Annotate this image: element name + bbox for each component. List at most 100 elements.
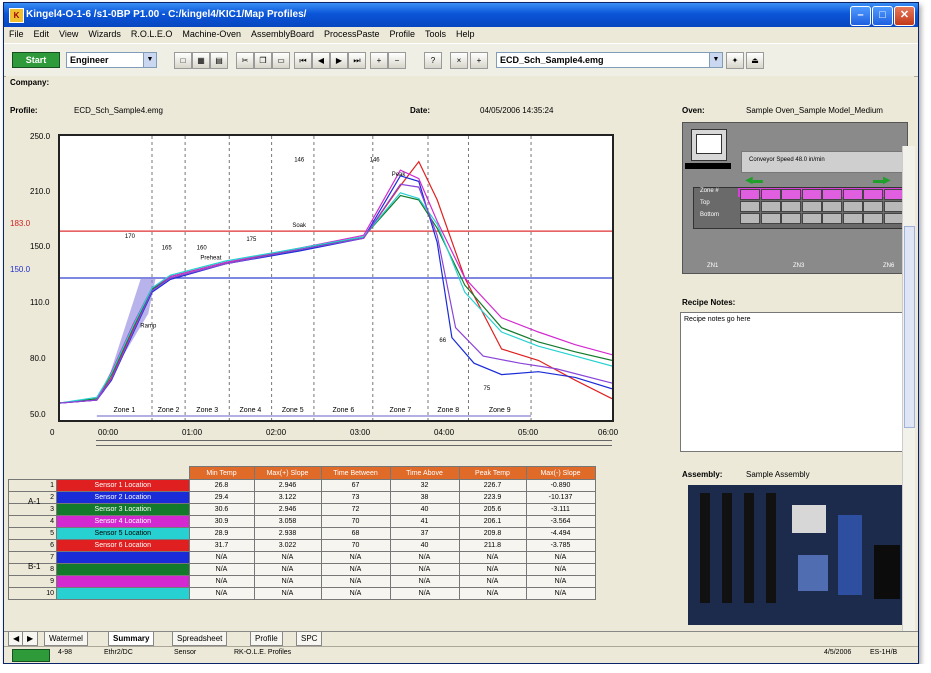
pin-icon[interactable]: ✦ — [726, 52, 744, 69]
close-button[interactable]: ✕ — [894, 6, 915, 26]
start-button[interactable]: Start — [12, 52, 60, 68]
chart-annotation: Ramp — [140, 324, 157, 330]
sensor-location[interactable] — [56, 563, 190, 576]
table-cell: N/A — [458, 563, 527, 576]
maximize-button[interactable]: □ — [872, 6, 893, 26]
table-row[interactable]: 7 N/A N/A N/A N/A N/A N/A — [8, 551, 596, 564]
table-row[interactable]: 2 Sensor 2 Location 29.4 3.122 73 38 223.9 -10.… — [8, 491, 596, 504]
table-cell: 38 — [389, 491, 460, 504]
open-icon[interactable]: ▤ — [210, 52, 228, 69]
table-cell: 2.938 — [253, 527, 322, 540]
tab-watermel[interactable]: Watermel — [44, 632, 88, 646]
table-cell: N/A — [525, 563, 596, 576]
profile-chart[interactable]: Zone 1 Zone 2 Zone 3 Zone 4 Zone 5 Zone 6 Zone… — [58, 134, 614, 422]
sensor-location[interactable] — [56, 575, 190, 588]
table-cell: -3.785 — [525, 539, 596, 552]
menu-file[interactable]: File — [4, 28, 29, 39]
copy-icon[interactable]: ❐ — [254, 52, 272, 69]
zoom-in-icon[interactable]: + — [370, 52, 388, 69]
row-number: 5 — [8, 527, 57, 540]
recipe-notes-field[interactable]: Recipe notes go here — [680, 312, 904, 452]
chart-annotation: Peak — [392, 172, 407, 178]
profile-file-select[interactable]: ECD_Sch_Sample4.emg ▼ — [496, 52, 723, 68]
x-tick-label: 05:00 — [518, 428, 539, 437]
zone-label: Zone 3 — [196, 407, 218, 414]
table-cell: 37 — [389, 527, 460, 540]
menu-view[interactable]: View — [54, 28, 83, 39]
sensor-location[interactable]: Sensor 2 Location — [56, 491, 190, 504]
arrow-right-icon: ▬▶ — [873, 175, 891, 186]
zone-cell — [801, 213, 822, 224]
table-row[interactable]: 3 Sensor 3 Location 30.6 2.946 72 40 205.6 -3.1… — [8, 503, 596, 516]
y-tick-label: 150.0 — [30, 242, 51, 251]
tab-summary[interactable]: Summary — [108, 632, 155, 646]
sensor-location[interactable]: Sensor 1 Location — [56, 479, 190, 492]
summary-content: Company: Profile: ECD_Sch_Sample4.emg Da… — [6, 76, 915, 663]
column-header[interactable]: Time Between — [320, 466, 391, 480]
user-level-select[interactable]: Engineer ▼ — [66, 52, 157, 68]
status-segment: 4-98 — [58, 649, 73, 656]
last-icon[interactable]: ⏭ — [348, 52, 366, 69]
scroll-thumb[interactable] — [904, 226, 915, 428]
next-icon[interactable]: ▶ — [330, 52, 348, 69]
new-icon[interactable]: □ — [174, 52, 192, 69]
table-cell: N/A — [320, 551, 391, 564]
table-row[interactable]: 1 Sensor 1 Location 26.8 2.946 67 32 226.7 -0.8… — [8, 479, 596, 492]
help-icon[interactable]: ? — [424, 52, 442, 69]
paste-icon[interactable]: ▭ — [272, 52, 290, 69]
date-value: 04/05/2006 14:35:24 — [480, 106, 554, 115]
menu-assembly-board[interactable]: AssemblyBoard — [246, 28, 319, 39]
zone-label: Zone 6 — [332, 407, 354, 414]
vertical-scrollbar[interactable] — [902, 146, 915, 663]
tab-spreadsheet[interactable]: Spreadsheet — [172, 632, 228, 646]
sensor-location[interactable]: Sensor 3 Location — [56, 503, 190, 516]
chart-annotation: 165 — [162, 246, 173, 252]
row-number: 1 — [8, 479, 57, 492]
first-icon[interactable]: ⏮ — [294, 52, 312, 69]
zone-row-label: Bottom — [700, 212, 720, 218]
minimize-button[interactable]: – — [850, 6, 871, 26]
table-cell: 70 — [320, 515, 391, 528]
column-header[interactable]: Min Temp — [188, 466, 255, 480]
table-row[interactable]: 8 N/A N/A N/A N/A N/A N/A — [8, 563, 596, 576]
sensor-location[interactable] — [56, 587, 190, 600]
prev-icon[interactable]: ◀ — [312, 52, 330, 69]
add-icon[interactable]: + — [470, 52, 488, 69]
row-number: 6 — [8, 539, 57, 552]
table-row[interactable]: 4 Sensor 4 Location 30.9 3.058 70 41 206.1 -3.5… — [8, 515, 596, 528]
table-row[interactable]: 9 N/A N/A N/A N/A N/A N/A — [8, 575, 596, 588]
menu-help[interactable]: Help — [451, 28, 480, 39]
column-header[interactable]: Time Above — [389, 466, 460, 480]
sensor-location[interactable]: Sensor 4 Location — [56, 515, 190, 528]
app-icon: K — [9, 8, 24, 23]
chart-hscroll[interactable] — [96, 440, 612, 446]
title-bar[interactable]: K Kingel4-O-1-6 /s1-0BP P1.00 - C:/kinge… — [4, 3, 918, 27]
row-number: 4 — [8, 515, 57, 528]
table-row[interactable]: 5 Sensor 5 Location 28.9 2.938 68 37 209.8 -4.4… — [8, 527, 596, 540]
column-header[interactable]: Peak Temp — [458, 466, 527, 480]
table-row[interactable]: 10 N/A N/A N/A N/A N/A N/A — [8, 587, 596, 600]
sensor-location[interactable] — [56, 551, 190, 564]
column-header[interactable]: Max(+) Slope — [253, 466, 322, 480]
menu-wizards[interactable]: Wizards — [83, 28, 126, 39]
menu-role[interactable]: R.O.L.E.O — [126, 28, 178, 39]
sensor-location[interactable]: Sensor 6 Location — [56, 539, 190, 552]
view-tabs: ◀ ▶ Watermel Summary Spreadsheet Profile… — [4, 631, 918, 646]
table-row[interactable]: 6 Sensor 6 Location 31.7 3.022 70 40 211.8 -3.7… — [8, 539, 596, 552]
column-header[interactable]: Max(-) Slope — [525, 466, 596, 480]
save-icon[interactable]: ▦ — [192, 52, 210, 69]
menu-edit[interactable]: Edit — [29, 28, 55, 39]
eject-icon[interactable]: ⏏ — [746, 52, 764, 69]
scroll-right-icon[interactable]: ▶ — [22, 632, 39, 646]
menu-machine-oven[interactable]: Machine-Oven — [177, 28, 246, 39]
tab-spc[interactable]: SPC — [296, 632, 323, 646]
zone-cell — [760, 189, 781, 200]
close-doc-icon[interactable]: × — [450, 52, 468, 69]
menu-tools[interactable]: Tools — [420, 28, 451, 39]
menu-process-paste[interactable]: ProcessPaste — [319, 28, 385, 39]
menu-profile[interactable]: Profile — [385, 28, 421, 39]
tab-profile[interactable]: Profile — [250, 632, 283, 646]
sensor-location[interactable]: Sensor 5 Location — [56, 527, 190, 540]
cut-icon[interactable]: ✂ — [236, 52, 254, 69]
zoom-out-icon[interactable]: − — [388, 52, 406, 69]
